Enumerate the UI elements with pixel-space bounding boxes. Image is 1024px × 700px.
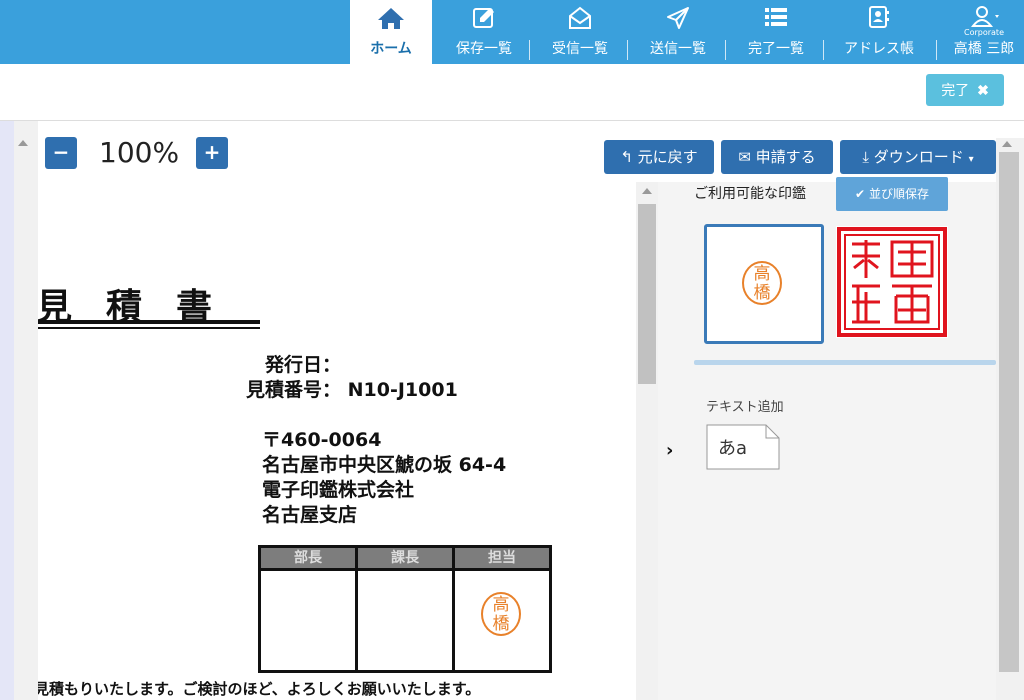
save-order-button[interactable]: ✔ 並び順保存 — [836, 177, 948, 211]
placed-seal-takahashi[interactable]: 高橋 — [481, 592, 521, 636]
branch-name: 名古屋支店 — [262, 504, 358, 526]
address-book-icon — [830, 4, 928, 30]
left-scrollbar[interactable] — [14, 121, 38, 700]
nav-completed[interactable]: 完了一覧 — [732, 0, 820, 64]
nav-separator — [823, 40, 824, 60]
header-manager: 部長 — [294, 550, 322, 566]
top-navbar: ホーム 保存一覧 受信一覧 送信一覧 完了一覧 アドレス帳 Corporate … — [0, 0, 1024, 67]
download-button[interactable]: ⤓ ダウンロード ▾ — [840, 140, 996, 174]
nav-completed-label: 完了一覧 — [748, 41, 804, 57]
home-icon — [350, 4, 432, 30]
list-icon — [732, 4, 820, 30]
postal-code: 〒460-0064 — [262, 429, 382, 451]
undo-icon: ↰ — [620, 148, 633, 166]
close-icon: ✖ — [977, 81, 989, 98]
seal-option-takahashi[interactable]: 高橋 — [704, 224, 824, 344]
header-section-chief: 課長 — [391, 550, 419, 566]
seal-option-company[interactable] — [836, 226, 948, 338]
user-icon — [944, 4, 1024, 30]
apply-button[interactable]: ✉ 申請する — [721, 140, 833, 174]
nav-separator — [627, 40, 628, 60]
text-sample: あa — [718, 438, 748, 459]
nav-home[interactable]: ホーム — [350, 0, 432, 67]
nav-sent[interactable]: 送信一覧 — [634, 0, 722, 64]
left-gutter — [0, 121, 14, 700]
nav-address-book-label: アドレス帳 — [844, 41, 914, 57]
document-page[interactable]: 見積書 発行日： 見積番号： N10-J1001 〒460-0064 名古屋市中… — [38, 182, 636, 700]
undo-button[interactable]: ↰ 元に戻す — [604, 140, 714, 174]
nav-sent-label: 送信一覧 — [650, 41, 706, 57]
company-seal-icon — [837, 227, 947, 337]
quote-number: 見積番号： N10-J1001 — [246, 379, 458, 401]
table-divider — [355, 548, 358, 670]
download-icon: ⤓ — [862, 148, 870, 166]
inbox-icon — [536, 4, 624, 30]
nav-home-label: ホーム — [370, 41, 412, 57]
nav-separator — [725, 40, 726, 60]
envelope-icon: ✉ — [738, 148, 751, 166]
nav-saved[interactable]: 保存一覧 — [440, 0, 528, 64]
save-order-label: 並び順保存 — [868, 187, 929, 201]
text-add-label: テキスト追加 — [706, 400, 784, 415]
download-label: ダウンロード — [873, 148, 964, 166]
table-divider — [452, 548, 455, 670]
check-icon: ✔ — [855, 187, 866, 201]
apply-label: 申請する — [755, 148, 816, 166]
company-name: 電子印鑑株式会社 — [262, 479, 415, 501]
action-bar: 完了 ✖ — [0, 64, 1024, 121]
edit-icon — [440, 4, 528, 30]
done-button-label: 完了 — [941, 82, 970, 98]
add-text-card[interactable]: あa — [706, 424, 780, 470]
nav-received[interactable]: 受信一覧 — [536, 0, 624, 64]
document-footer-text: 見積もりいたします。ご検討のほど、よろしくお願いいたします。 — [38, 680, 481, 698]
nav-received-label: 受信一覧 — [552, 41, 608, 57]
scroll-up-arrow-icon[interactable] — [1002, 141, 1012, 147]
user-name: 高橋 三郎 — [953, 41, 1015, 57]
done-button[interactable]: 完了 ✖ — [926, 74, 1004, 106]
nav-saved-label: 保存一覧 — [456, 41, 512, 57]
title-underline — [38, 327, 260, 329]
zoom-in-button[interactable]: + — [196, 137, 228, 169]
address: 名古屋市中央区鯱の坂 64-4 — [262, 454, 507, 476]
zoom-level: 100% — [99, 136, 180, 169]
user-menu[interactable]: Corporate 高橋 三郎 — [944, 0, 1024, 64]
available-seals-heading: ご利用可能な印鑑 — [694, 186, 806, 202]
header-staff: 担当 — [488, 550, 516, 566]
user-company: Corporate — [964, 28, 1004, 37]
approval-stamp-table: 部長 課長 担当 高橋 — [258, 545, 552, 673]
title-underline — [38, 320, 260, 324]
seal-panel: ご利用可能な印鑑 ✔ 並び順保存 高橋 テキスト追加 あa › — [658, 177, 996, 700]
scroll-up-arrow-icon[interactable] — [642, 188, 652, 194]
issue-date: 発行日： — [265, 354, 342, 376]
nav-separator — [936, 40, 937, 60]
takahashi-seal-icon: 高橋 — [742, 261, 782, 305]
undo-label: 元に戻す — [637, 148, 698, 166]
nav-address-book[interactable]: アドレス帳 — [830, 0, 928, 64]
document-scrollbar-thumb[interactable] — [638, 204, 656, 384]
scroll-up-arrow-icon[interactable] — [18, 140, 28, 146]
zoom-out-button[interactable]: − — [45, 137, 77, 169]
panel-divider — [694, 360, 996, 365]
nav-separator — [529, 40, 530, 60]
panel-scrollbar-thumb[interactable] — [999, 152, 1019, 672]
chevron-right-icon[interactable]: › — [666, 440, 673, 461]
caret-down-icon: ▾ — [968, 154, 974, 165]
send-icon — [634, 4, 722, 30]
